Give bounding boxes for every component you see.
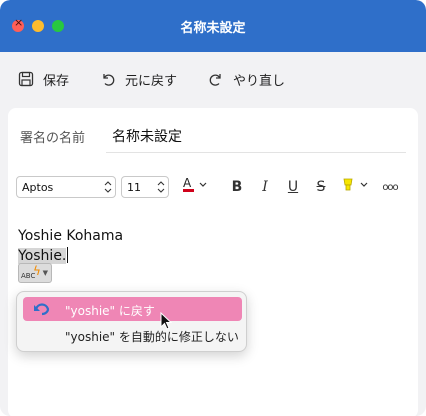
strikethrough-button[interactable]: S: [312, 176, 330, 198]
signature-panel: 署名の名前 名称未設定 Aptos 11 A B I U S ooo Yoshi…: [8, 108, 418, 416]
bold-icon: B: [231, 179, 243, 195]
editor-line-current[interactable]: Yoshie.: [18, 247, 69, 264]
underline-button[interactable]: U: [284, 176, 302, 198]
selected-text: Yoshie.: [18, 248, 67, 264]
save-icon: [18, 71, 34, 87]
toolbar: 保存 元に戻す やり直し: [0, 52, 426, 104]
mouse-pointer-icon: [160, 312, 173, 330]
signature-name-underline: [106, 152, 406, 153]
bold-button[interactable]: B: [228, 176, 246, 198]
undo-label: 元に戻す: [125, 73, 178, 89]
undo-icon: [100, 71, 116, 87]
font-family-select[interactable]: Aptos: [16, 176, 116, 198]
font-size-select[interactable]: 11: [121, 176, 169, 198]
autocorrect-options-button[interactable]: ABC ϟ ▼: [18, 263, 52, 283]
signature-name-field[interactable]: 名称未設定: [112, 126, 182, 146]
undo-button[interactable]: 元に戻す: [100, 68, 177, 90]
font-family-value: Aptos: [22, 180, 54, 194]
italic-button[interactable]: I: [256, 176, 274, 198]
dropdown-arrow-icon: ▼: [42, 269, 48, 277]
menu-item-stop-autocorrect[interactable]: "yoshie" を自動的に修正しない: [23, 323, 242, 347]
lightning-icon: ϟ: [33, 264, 41, 278]
save-label: 保存: [43, 73, 70, 89]
stepper-icon: [104, 181, 112, 193]
italic-icon: I: [262, 179, 268, 195]
svg-text:A: A: [183, 176, 192, 190]
underline-icon: U: [287, 179, 299, 195]
title-bar: 名称未設定: [0, 0, 426, 52]
redo-button[interactable]: やり直し: [208, 68, 285, 90]
menu-item-revert-label: "yoshie" に戻す: [65, 304, 155, 318]
font-size-value: 11: [127, 180, 141, 194]
strikethrough-icon: S: [316, 179, 326, 195]
font-color-button[interactable]: A: [178, 176, 212, 198]
signature-name-label: 署名の名前: [20, 131, 86, 146]
menu-item-stop-label: "yoshie" を自動的に修正しない: [65, 330, 239, 344]
undo-arrow-icon: [31, 300, 51, 321]
app-window: 名称未設定 保存 元に戻す やり直し 署名の名前 名称未設定 Aptos: [0, 0, 426, 416]
autocorrect-menu: "yoshie" に戻す "yoshie" を自動的に修正しない: [16, 291, 247, 352]
more-options-button[interactable]: ooo: [380, 176, 400, 198]
more-icon: ooo: [382, 181, 398, 193]
stepper-icon: [157, 181, 165, 193]
redo-label: やり直し: [233, 73, 286, 89]
redo-icon: [208, 71, 224, 87]
text-caret: [67, 247, 69, 263]
highlight-button[interactable]: [338, 176, 374, 198]
window-title: 名称未設定: [180, 21, 246, 36]
font-color-icon: A: [181, 176, 209, 198]
save-button[interactable]: 保存: [18, 68, 69, 90]
menu-item-revert[interactable]: "yoshie" に戻す: [23, 297, 242, 321]
editor-line-name[interactable]: Yoshie Kohama: [18, 228, 123, 244]
highlighter-icon: [340, 176, 372, 198]
